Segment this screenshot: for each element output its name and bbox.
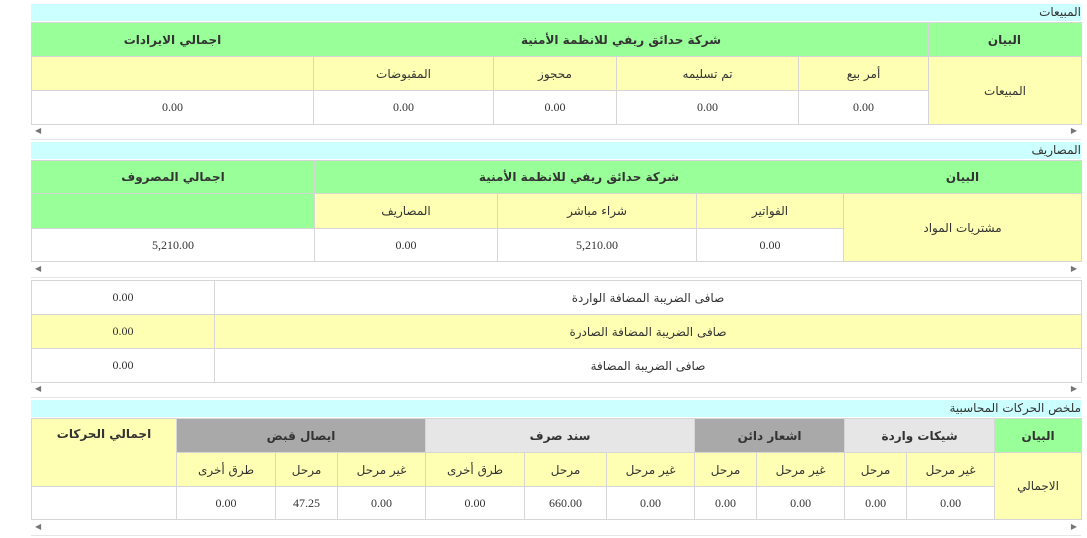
expenses-value-invoices: 0.00 xyxy=(696,228,844,262)
payment-posted-value: 660.00 xyxy=(524,486,608,520)
expenses-section-title: المصاريف xyxy=(31,142,1081,159)
sales-table: البيان شركة حدائق ريفي للانظمة الأمنية ا… xyxy=(31,22,1083,125)
vat-incoming-value: 0.00 xyxy=(31,280,215,315)
expenses-row-label: مشتريات المواد xyxy=(843,193,1082,262)
summary-total-header: اجمالي الحركات xyxy=(31,418,177,487)
expenses-subheader-invoices: الفواتير xyxy=(696,193,844,229)
sales-company-name: شركة حدائق ريفي للانظمة الأمنية xyxy=(312,22,930,57)
payment-unposted-value: 0.00 xyxy=(606,486,696,520)
receipt-unposted-value: 0.00 xyxy=(337,486,427,520)
expenses-subheader-direct-purchase: شراء مباشر xyxy=(497,193,697,229)
receipt-unposted-header: غير مرحل xyxy=(337,452,427,487)
vat-net-value: 0.00 xyxy=(31,348,215,383)
receipt-posted-value: 47.25 xyxy=(275,486,339,520)
sales-header-label: البيان xyxy=(928,22,1083,57)
scroll-left-icon[interactable]: ◀ xyxy=(35,264,41,273)
summary-section-title: ملخص الحركات المحاسبية xyxy=(31,400,1081,417)
sales-row-label: المبيعات xyxy=(928,56,1083,125)
scroll-right-icon[interactable]: ▶ xyxy=(1071,126,1077,135)
payment-unposted-header: غير مرحل xyxy=(606,452,696,487)
vat-net-label: صافى الضريبة المضافة xyxy=(214,348,1082,383)
cheques-unposted-value: 0.00 xyxy=(906,486,996,520)
sales-value-receipts: 0.00 xyxy=(312,90,495,125)
scroll-right-icon[interactable]: ▶ xyxy=(1071,384,1077,393)
summary-header-label: البيان xyxy=(994,418,1083,453)
sales-total-blank xyxy=(31,56,314,91)
sales-section-title: المبيعات xyxy=(31,4,1081,21)
sales-value-delivered: 0.00 xyxy=(616,90,800,125)
sales-total-header: اجمالي الايرادات xyxy=(31,22,314,57)
expenses-subheader-expenses: المصاريف xyxy=(314,193,498,229)
credit-posted-value: 0.00 xyxy=(694,486,758,520)
vat-outgoing-value: 0.00 xyxy=(31,314,215,349)
sales-scrollbar[interactable]: ◀ ▶ xyxy=(31,125,1081,140)
sales-subheader-receipts: المقبوضات xyxy=(312,56,495,91)
expenses-company-name: شركة حدائق ريفي للانظمة الأمنية xyxy=(314,160,844,194)
expenses-total-header: اجمالي المصروف xyxy=(31,160,315,194)
vat-scrollbar[interactable]: ◀ ▶ xyxy=(31,383,1081,398)
summary-total-value xyxy=(31,486,177,520)
payment-other-header: طرق أخرى xyxy=(425,452,526,487)
expenses-scrollbar[interactable]: ◀ ▶ xyxy=(31,263,1081,278)
payment-other-value: 0.00 xyxy=(425,486,526,520)
sales-value-order: 0.00 xyxy=(798,90,930,125)
receipt-other-header: طرق أخرى xyxy=(175,452,277,487)
summary-group-credit-notice: اشعار دائن xyxy=(694,418,846,453)
scroll-left-icon[interactable]: ◀ xyxy=(35,522,41,531)
sales-subheader-reserved: محجوز xyxy=(493,56,618,91)
expenses-table: البيان شركة حدائق ريفي للانظمة الأمنية ا… xyxy=(31,160,1082,262)
payment-posted-header: مرحل xyxy=(524,452,608,487)
expenses-total-blank xyxy=(31,193,315,229)
scroll-left-icon[interactable]: ◀ xyxy=(35,384,41,393)
summary-table: البيان شيكات واردة اشعار دائن سند صرف اي… xyxy=(31,418,1083,520)
receipt-other-value: 0.00 xyxy=(175,486,277,520)
summary-scrollbar[interactable]: ◀ ▶ xyxy=(31,521,1081,536)
vat-outgoing-label: صافى الضريبة المضافة الصادرة xyxy=(214,314,1082,349)
expenses-value-expenses: 0.00 xyxy=(314,228,498,262)
expenses-total-value: 5,210.00 xyxy=(31,228,315,262)
cheques-unposted-header: غير مرحل xyxy=(906,452,996,487)
vat-incoming-label: صافى الضريبة المضافة الواردة xyxy=(214,280,1082,315)
summary-group-receipt: ايصال قبض xyxy=(175,418,427,453)
cheques-posted-value: 0.00 xyxy=(844,486,908,520)
credit-posted-header: مرحل xyxy=(694,452,758,487)
credit-unposted-value: 0.00 xyxy=(756,486,846,520)
summary-row-label: الاجمالي xyxy=(994,452,1083,520)
sales-value-reserved: 0.00 xyxy=(493,90,618,125)
scroll-right-icon[interactable]: ▶ xyxy=(1071,522,1077,531)
scroll-left-icon[interactable]: ◀ xyxy=(35,126,41,135)
credit-unposted-header: غير مرحل xyxy=(756,452,846,487)
expenses-value-direct-purchase: 5,210.00 xyxy=(497,228,697,262)
vat-table: صافى الضريبة المضافة الواردة 0.00 صافى ا… xyxy=(31,280,1082,383)
sales-subheader-order: أمر بيع xyxy=(798,56,930,91)
sales-subheader-delivered: تم تسليمه xyxy=(616,56,800,91)
receipt-posted-header: مرحل xyxy=(275,452,339,487)
sales-total-value: 0.00 xyxy=(31,90,314,125)
summary-group-incoming-cheques: شيكات واردة xyxy=(844,418,996,453)
expenses-header-label: البيان xyxy=(843,160,1082,194)
scroll-right-icon[interactable]: ▶ xyxy=(1071,264,1077,273)
cheques-posted-header: مرحل xyxy=(844,452,908,487)
summary-group-payment-voucher: سند صرف xyxy=(425,418,696,453)
